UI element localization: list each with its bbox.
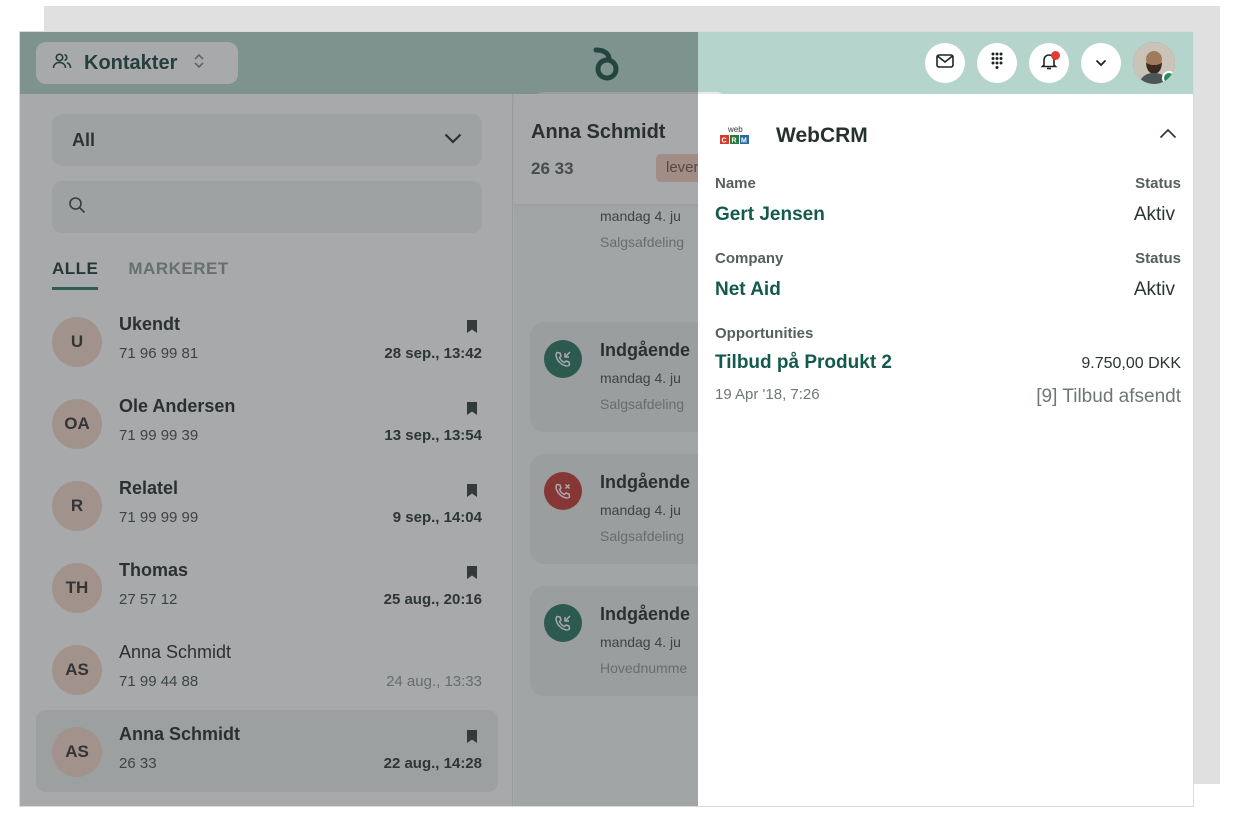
chevron-down-icon xyxy=(1095,54,1107,72)
company-row: Company Status xyxy=(715,250,1181,267)
webcrm-panel: web C R M WebCRM Name Status Gert Jensen xyxy=(698,94,1193,806)
company-label: Company xyxy=(715,250,784,267)
opportunity-amount: 9.750,00 DKK xyxy=(1081,355,1181,372)
account-menu-button[interactable] xyxy=(1081,43,1121,83)
crm-title: WebCRM xyxy=(776,124,868,147)
company-link[interactable]: Net Aid xyxy=(715,279,1181,301)
chevron-up-icon xyxy=(1159,126,1177,143)
webcrm-logo: web C R M xyxy=(718,124,752,150)
notification-badge xyxy=(1051,51,1060,60)
company-value-row: Net Aid Aktiv xyxy=(715,279,1181,301)
opportunities-header: Opportunities xyxy=(715,325,1181,342)
opportunity-status: [9] Tilbud afsendt xyxy=(1036,386,1181,407)
online-status-dot xyxy=(1162,71,1175,84)
top-actions xyxy=(925,42,1175,84)
mail-button[interactable] xyxy=(925,43,965,83)
collapse-button[interactable] xyxy=(1159,126,1177,144)
mail-icon xyxy=(936,53,954,73)
name-label: Name xyxy=(715,175,756,192)
name-status: Aktiv xyxy=(1133,204,1175,225)
svg-text:M: M xyxy=(741,138,747,145)
opportunity-row: Tilbud på Produkt 2 9.750,00 DKK xyxy=(715,352,1181,374)
notifications-button[interactable] xyxy=(1029,43,1069,83)
name-status-label: Status xyxy=(1135,175,1181,192)
opportunities-label: Opportunities xyxy=(715,325,814,342)
svg-text:R: R xyxy=(732,138,737,145)
name-value-row: Gert Jensen Aktiv xyxy=(715,204,1181,226)
company-status: Aktiv xyxy=(1133,279,1175,300)
svg-text:web: web xyxy=(727,125,743,134)
contact-name-link[interactable]: Gert Jensen xyxy=(715,204,1181,226)
app-window: Kontakter All ALLE MARKERET U Ukendt 71 … xyxy=(19,31,1194,807)
name-row: Name Status xyxy=(715,175,1181,192)
opportunity-meta-row: 19 Apr '18, 7:26 [9] Tilbud afsendt xyxy=(715,386,1181,407)
company-status-label: Status xyxy=(1135,250,1181,267)
dialpad-icon xyxy=(990,52,1004,75)
svg-text:C: C xyxy=(722,138,727,145)
modal-overlay[interactable] xyxy=(20,32,698,806)
dialpad-button[interactable] xyxy=(977,43,1017,83)
user-avatar[interactable] xyxy=(1133,42,1175,84)
